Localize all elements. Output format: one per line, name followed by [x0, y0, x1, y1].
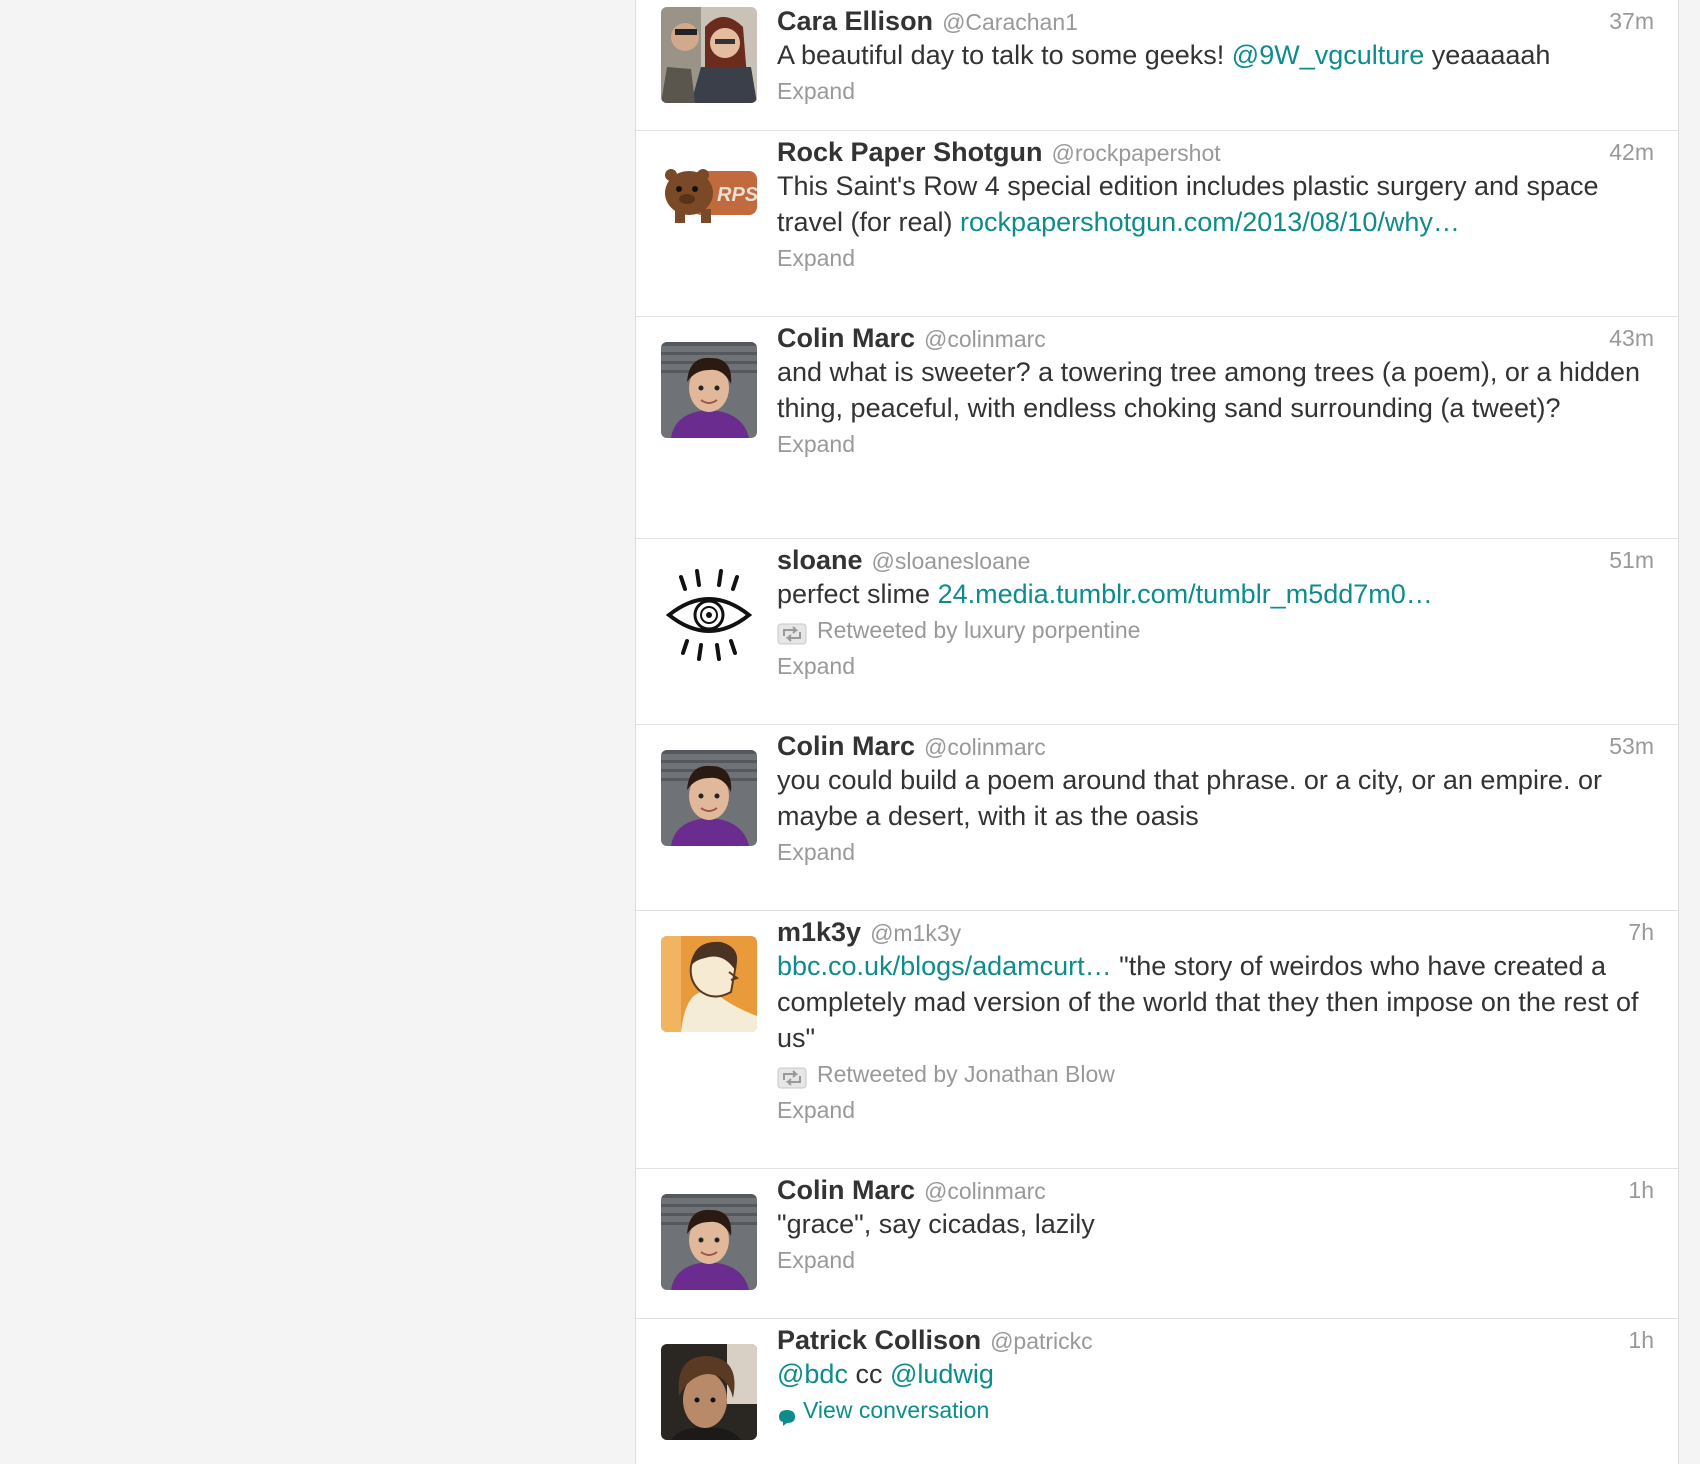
retweeted-by-text[interactable]: Retweeted by Jonathan Blow	[817, 1056, 1115, 1092]
avatar[interactable]	[661, 1344, 757, 1440]
tweet-author-name[interactable]: Rock Paper Shotgun	[777, 137, 1043, 168]
tweet-author-name[interactable]: Colin Marc	[777, 1175, 915, 1206]
tweet-timestamp[interactable]: 37m	[1609, 8, 1654, 35]
mention-link[interactable]: @ludwig	[890, 1359, 994, 1389]
url-link[interactable]: 24.media.tumblr.com/tumblr_m5dd7m0…	[938, 579, 1433, 609]
tweet[interactable]: RPS Rock Paper Shotgun @rockpapershot 42…	[636, 131, 1678, 317]
view-conversation-label[interactable]: View conversation	[803, 1392, 989, 1428]
tweet-text: @bdc cc @ludwig	[777, 1356, 1654, 1392]
expand-link[interactable]: Expand	[777, 1242, 1654, 1278]
tweet-timestamp[interactable]: 1h	[1628, 1177, 1654, 1204]
tweet-text: perfect slime 24.media.tumblr.com/tumblr…	[777, 576, 1654, 612]
tweet-author-name[interactable]: sloane	[777, 545, 863, 576]
tweet-author-handle[interactable]: @m1k3y	[870, 920, 961, 947]
url-link[interactable]: rockpapershotgun.com/2013/08/10/why…	[960, 207, 1460, 237]
avatar[interactable]	[661, 750, 757, 846]
tweet-author-handle[interactable]: @sloanesloane	[872, 548, 1031, 575]
expand-link[interactable]: Expand	[777, 426, 1654, 462]
tweet-text-segment: perfect slime	[777, 579, 938, 609]
avatar[interactable]: RPS	[661, 145, 757, 241]
avatar[interactable]	[661, 7, 757, 103]
tweet-text-segment: and what is sweeter? a towering tree amo…	[777, 357, 1640, 423]
tweet-text: This Saint's Row 4 special edition inclu…	[777, 168, 1654, 240]
speech-bubble-icon	[777, 1401, 797, 1426]
tweet-text-segment: you could build a poem around that phras…	[777, 765, 1602, 831]
retweet-indicator[interactable]: Retweeted by luxury porpentine	[777, 612, 1654, 648]
tweet-text-segment: yeaaaaah	[1424, 40, 1551, 70]
tweet-timestamp[interactable]: 1h	[1628, 1327, 1654, 1354]
tweet[interactable]: Colin Marc @colinmarc 53m you could buil…	[636, 725, 1678, 911]
tweet-text-segment: cc	[847, 1359, 890, 1389]
avatar[interactable]	[661, 936, 757, 1032]
tweet-author-handle[interactable]: @Carachan1	[942, 9, 1078, 36]
tweet[interactable]: Colin Marc @colinmarc 1h "grace", say ci…	[636, 1169, 1678, 1319]
expand-link[interactable]: Expand	[777, 73, 1654, 109]
tweet-author-handle[interactable]: @colinmarc	[924, 1178, 1046, 1205]
tweet-author-handle[interactable]: @patrickc	[990, 1328, 1093, 1355]
tweet[interactable]: Patrick Collison @patrickc 1h @bdc cc @l…	[636, 1319, 1678, 1464]
retweet-icon	[777, 619, 807, 645]
avatar[interactable]	[661, 1194, 757, 1290]
tweet[interactable]: sloane @sloanesloane 51m perfect slime 2…	[636, 539, 1678, 725]
retweet-indicator[interactable]: Retweeted by Jonathan Blow	[777, 1056, 1654, 1092]
tweet-text: and what is sweeter? a towering tree amo…	[777, 354, 1654, 426]
tweet-author-name[interactable]: Patrick Collison	[777, 1325, 981, 1356]
expand-link[interactable]: Expand	[777, 834, 1654, 870]
tweet-timestamp[interactable]: 43m	[1609, 325, 1654, 352]
mention-link[interactable]: @9W_vgculture	[1232, 40, 1424, 70]
avatar[interactable]	[661, 342, 757, 438]
tweet[interactable]: Colin Marc @colinmarc 43m and what is sw…	[636, 317, 1678, 539]
tweet-author-handle[interactable]: @colinmarc	[924, 326, 1046, 353]
expand-link[interactable]: Expand	[777, 1092, 1654, 1128]
tweet-text: you could build a poem around that phras…	[777, 762, 1654, 834]
expand-link[interactable]: Expand	[777, 648, 1654, 684]
tweet-text-segment: A beautiful day to talk to some geeks!	[777, 40, 1232, 70]
tweet-author-name[interactable]: Cara Ellison	[777, 6, 933, 37]
tweet-timestamp[interactable]: 42m	[1609, 139, 1654, 166]
expand-link[interactable]: Expand	[777, 240, 1654, 276]
tweet-text-segment: "grace", say cicadas, lazily	[777, 1209, 1095, 1239]
tweet-author-name[interactable]: m1k3y	[777, 917, 861, 948]
rps-logo-text: RPS	[717, 184, 757, 206]
tweet-text: bbc.co.uk/blogs/adamcurt… "the story of …	[777, 948, 1654, 1056]
tweet-timestamp[interactable]: 51m	[1609, 547, 1654, 574]
tweet-author-handle[interactable]: @colinmarc	[924, 734, 1046, 761]
tweet-timestamp[interactable]: 53m	[1609, 733, 1654, 760]
tweet-text: A beautiful day to talk to some geeks! @…	[777, 37, 1654, 73]
mention-link[interactable]: @bdc	[777, 1359, 848, 1389]
avatar[interactable]	[661, 567, 757, 663]
tweet[interactable]: m1k3y @m1k3y 7h bbc.co.uk/blogs/adamcurt…	[636, 911, 1678, 1169]
tweet-author-name[interactable]: Colin Marc	[777, 731, 915, 762]
tweet-author-handle[interactable]: @rockpapershot	[1052, 140, 1221, 167]
view-conversation-link[interactable]: View conversation	[777, 1392, 1654, 1428]
retweet-icon	[777, 1063, 807, 1089]
url-link[interactable]: bbc.co.uk/blogs/adamcurt…	[777, 951, 1112, 981]
retweeted-by-text[interactable]: Retweeted by luxury porpentine	[817, 612, 1140, 648]
timeline: Cara Ellison @Carachan1 37m A beautiful …	[635, 0, 1679, 1464]
tweet[interactable]: Cara Ellison @Carachan1 37m A beautiful …	[636, 0, 1678, 131]
tweet-author-name[interactable]: Colin Marc	[777, 323, 915, 354]
tweet-timestamp[interactable]: 7h	[1628, 919, 1654, 946]
tweet-text: "grace", say cicadas, lazily	[777, 1206, 1654, 1242]
